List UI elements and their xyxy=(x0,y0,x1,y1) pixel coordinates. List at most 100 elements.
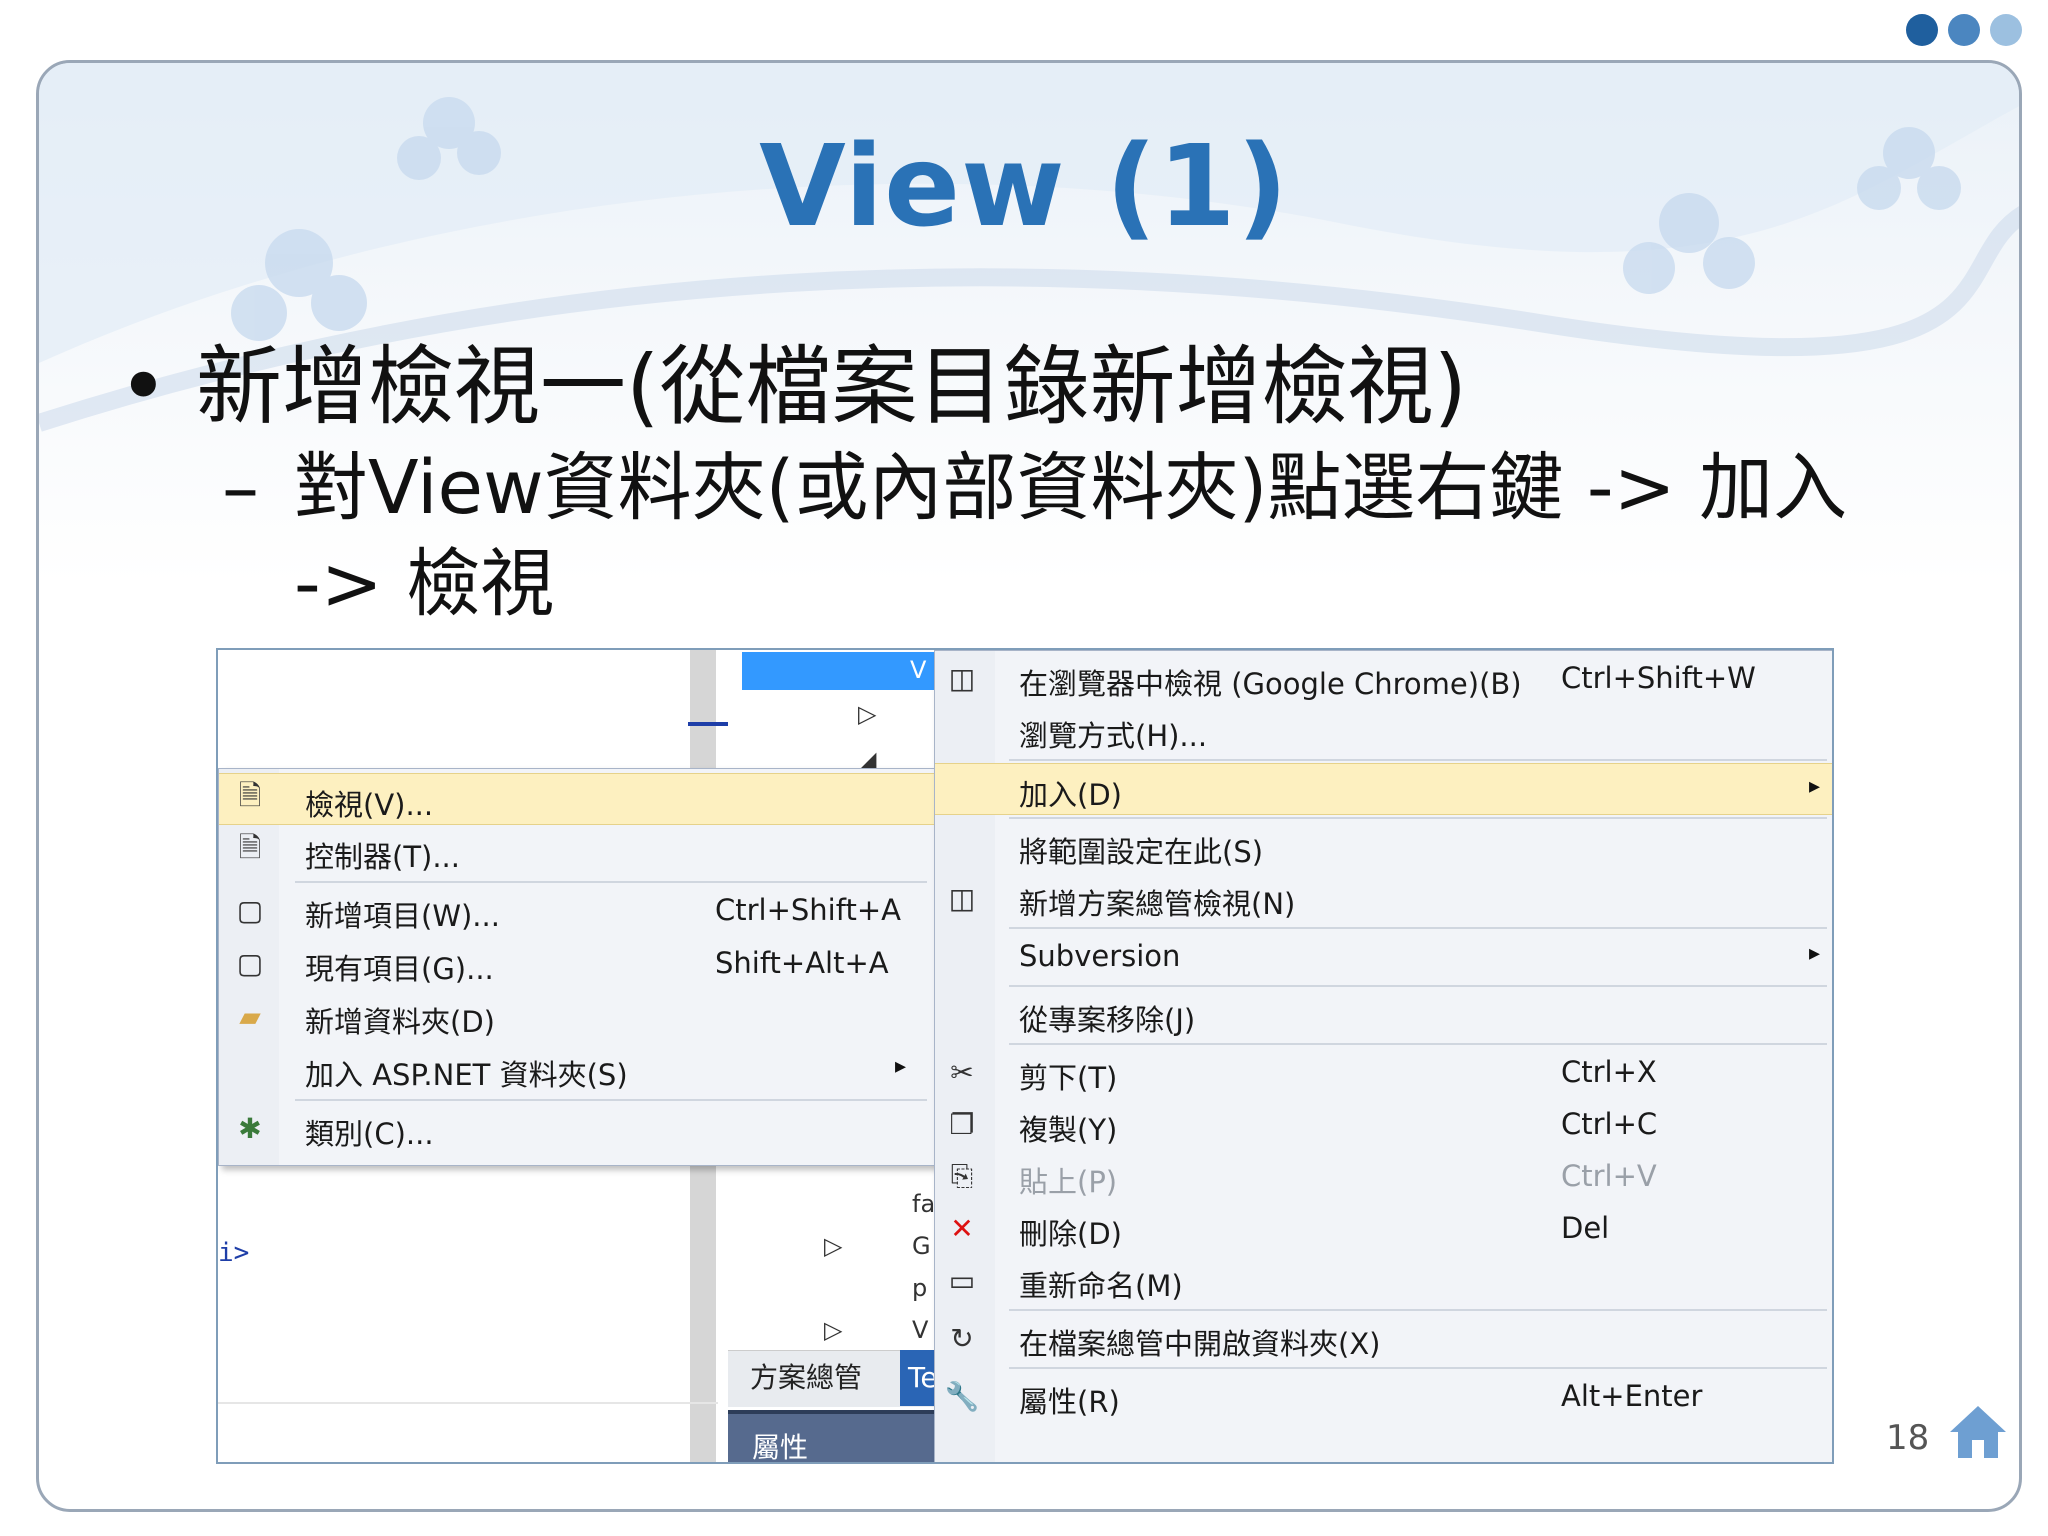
controller-icon: 🗎 xyxy=(238,831,262,864)
menu-item-rename[interactable]: ▭ 重新命名(M) xyxy=(935,1255,1832,1305)
delete-icon: ✕ xyxy=(950,1211,974,1245)
menu-item-label: 將範圍設定在此(S) xyxy=(1019,835,1264,869)
rename-icon: ▭ xyxy=(948,1263,976,1297)
menu-item-class[interactable]: ✱ 類別(C)... xyxy=(219,1103,935,1153)
menu-item-label: 現有項目(G)... xyxy=(305,952,494,986)
expand-arrow-icon[interactable]: ▷ xyxy=(858,700,876,728)
menu-item-label: 控制器(T)... xyxy=(305,840,460,874)
properties-panel-title: 屬性 xyxy=(752,1431,809,1464)
dash-marker: – xyxy=(222,445,259,531)
menu-item-properties[interactable]: 🔧 屬性(R) Alt+Enter xyxy=(935,1371,1832,1421)
bullet-marker: • xyxy=(118,337,169,437)
add-submenu: 🗎 檢視(V)... 🗎 控制器(T)... ▢ 新增項目(W)... Ctrl+Shift… xyxy=(218,768,936,1166)
new-folder-icon: ▰ xyxy=(239,999,261,1033)
menu-separator xyxy=(1009,1309,1827,1311)
bullet-level1: • 新增檢視一(從檔案目錄新增檢視) xyxy=(118,316,1467,441)
paste-icon: ⎘ xyxy=(950,1159,974,1192)
menu-item-entry[interactable]: 瀏覽方式(H)... xyxy=(935,705,1832,755)
cut-icon: ✂ xyxy=(950,1055,974,1089)
copy-icon: ❐ xyxy=(949,1107,975,1141)
menu-item-label: 重新命名(M) xyxy=(1019,1269,1183,1303)
menu-item-label: 屬性(R) xyxy=(1019,1385,1120,1419)
bullet-level1-text: 新增檢視一(從檔案目錄新增檢視) xyxy=(196,337,1468,437)
bullet-level2-line1: 對View資料夾(或內部資料夾)點選右鍵 -> 加入 xyxy=(294,445,1848,531)
menu-item-shortcut: Ctrl+Shift+W xyxy=(1561,661,1756,695)
editor-marker xyxy=(688,722,730,726)
browser-icon: ◫ xyxy=(948,661,976,695)
menu-item-shortcut: Shift+Alt+A xyxy=(715,946,889,980)
menu-item-entry[interactable]: 加入(D) ▸ xyxy=(935,763,1832,815)
menu-item-shortcut: Ctrl+V xyxy=(1561,1159,1657,1193)
submenu-arrow-icon: ▸ xyxy=(1809,774,1821,799)
menu-item-new-folder[interactable]: ▰ 新增資料夾(D) xyxy=(219,991,935,1041)
home-icon[interactable] xyxy=(1946,1400,2010,1464)
menu-item-label: 複製(Y) xyxy=(1019,1113,1118,1147)
editor-divider xyxy=(218,1402,718,1404)
context-menu: ◫ 在瀏覽器中檢視 (Google Chrome)(B) Ctrl+Shift+W 瀏… xyxy=(934,650,1832,1462)
submenu-arrow-icon: ▸ xyxy=(895,1054,907,1079)
menu-item-cut[interactable]: ✂ 剪下(T) Ctrl+X xyxy=(935,1047,1832,1097)
bullet-level2-line2: -> 檢視 xyxy=(294,541,555,627)
menu-item-open-folder[interactable]: ↻ 在檔案總管中開啟資料夾(X) xyxy=(935,1313,1832,1363)
menu-separator xyxy=(1009,985,1827,987)
menu-item-shortcut: Ctrl+C xyxy=(1561,1107,1658,1141)
tree-item-label[interactable]: G xyxy=(912,1232,931,1260)
menu-item-shortcut: Del xyxy=(1561,1211,1610,1245)
new-explorer-view-icon: ◫ xyxy=(948,881,976,915)
page-number: 18 xyxy=(1886,1418,1930,1458)
class-icon: ✱ xyxy=(238,1111,262,1145)
properties-icon: 🔧 xyxy=(944,1379,980,1413)
tree-item-label[interactable]: V xyxy=(912,1316,928,1344)
tab-solution-explorer[interactable]: 方案總管 xyxy=(750,1356,862,1396)
vs-screenshot: i> V ▷ ◢ fa ▷ G p ▷ V 方案總管 Te 屬性 🗎 檢視(V).… xyxy=(216,648,1834,1464)
menu-item-entry[interactable]: Subversion ▸ xyxy=(935,931,1832,981)
menu-item-label: 刪除(D) xyxy=(1019,1217,1122,1251)
menu-item-label: 檢視(V)... xyxy=(305,788,434,822)
menu-item-label: 新增項目(W)... xyxy=(305,899,500,933)
menu-item-view[interactable]: 🗎 檢視(V)... xyxy=(219,773,935,825)
menu-item-label: Subversion xyxy=(1019,939,1181,973)
menu-item-label: 貼上(P) xyxy=(1019,1165,1118,1199)
dot-dark xyxy=(1906,14,1938,46)
menu-item-label: 在瀏覽器中檢視 (Google Chrome)(B) xyxy=(1019,667,1522,701)
menu-separator xyxy=(295,1099,927,1101)
menu-item-entry[interactable]: 從專案移除(J) xyxy=(935,989,1832,1039)
existing-item-icon: ▢ xyxy=(236,946,264,980)
menu-item-label: 新增資料夾(D) xyxy=(305,1005,495,1039)
menu-item-entry[interactable]: 將範圍設定在此(S) xyxy=(935,821,1832,871)
bullet-level2: – 對View資料夾(或內部資料夾)點選右鍵 -> 加入 -> 檢視 xyxy=(222,440,1942,632)
menu-separator xyxy=(1009,927,1827,929)
dot-mid xyxy=(1948,14,1980,46)
code-fragment: i> xyxy=(218,1238,250,1268)
expand-arrow-icon[interactable]: ▷ xyxy=(824,1316,842,1344)
menu-item-controller[interactable]: 🗎 控制器(T)... xyxy=(219,826,935,876)
menu-item-label: 剪下(T) xyxy=(1019,1061,1118,1095)
menu-item-new-item[interactable]: ▢ 新增項目(W)... Ctrl+Shift+A xyxy=(219,885,935,935)
slide-dots xyxy=(1906,14,2022,46)
menu-item-shortcut: Alt+Enter xyxy=(1561,1379,1703,1413)
tree-item-label[interactable]: fa xyxy=(912,1190,935,1218)
new-item-icon: ▢ xyxy=(236,893,264,927)
tree-item-label[interactable]: p xyxy=(912,1274,927,1302)
menu-item-entry[interactable]: 加入 ASP.NET 資料夾(S) ▸ xyxy=(219,1044,935,1094)
submenu-arrow-icon: ▸ xyxy=(1809,941,1821,966)
view-icon: 🗎 xyxy=(238,779,262,812)
menu-separator xyxy=(1009,1043,1827,1045)
expand-arrow-icon[interactable]: ▷ xyxy=(824,1232,842,1260)
menu-separator xyxy=(1009,759,1827,761)
tree-item-label[interactable]: V xyxy=(910,656,926,684)
menu-item-label: 加入 ASP.NET 資料夾(S) xyxy=(305,1058,628,1092)
menu-item-label: 新增方案總管檢視(N) xyxy=(1019,887,1296,921)
menu-item-browser[interactable]: ◫ 在瀏覽器中檢視 (Google Chrome)(B) Ctrl+Shift+W xyxy=(935,653,1832,703)
menu-item-label: 在檔案總管中開啟資料夾(X) xyxy=(1019,1327,1381,1361)
menu-separator xyxy=(295,881,927,883)
menu-item-copy[interactable]: ❐ 複製(Y) Ctrl+C xyxy=(935,1099,1832,1149)
menu-item-existing-item[interactable]: ▢ 現有項目(G)... Shift+Alt+A xyxy=(219,938,935,988)
menu-item-shortcut: Ctrl+X xyxy=(1561,1055,1657,1089)
menu-item-paste[interactable]: ⎘ 貼上(P) Ctrl+V xyxy=(935,1151,1832,1201)
menu-item-shortcut: Ctrl+Shift+A xyxy=(715,893,901,927)
open-folder-icon: ↻ xyxy=(950,1321,974,1355)
menu-item-delete[interactable]: ✕ 刪除(D) Del xyxy=(935,1203,1832,1253)
menu-separator xyxy=(1009,1367,1827,1369)
menu-item-new-explorer-view[interactable]: ◫ 新增方案總管檢視(N) xyxy=(935,873,1832,923)
